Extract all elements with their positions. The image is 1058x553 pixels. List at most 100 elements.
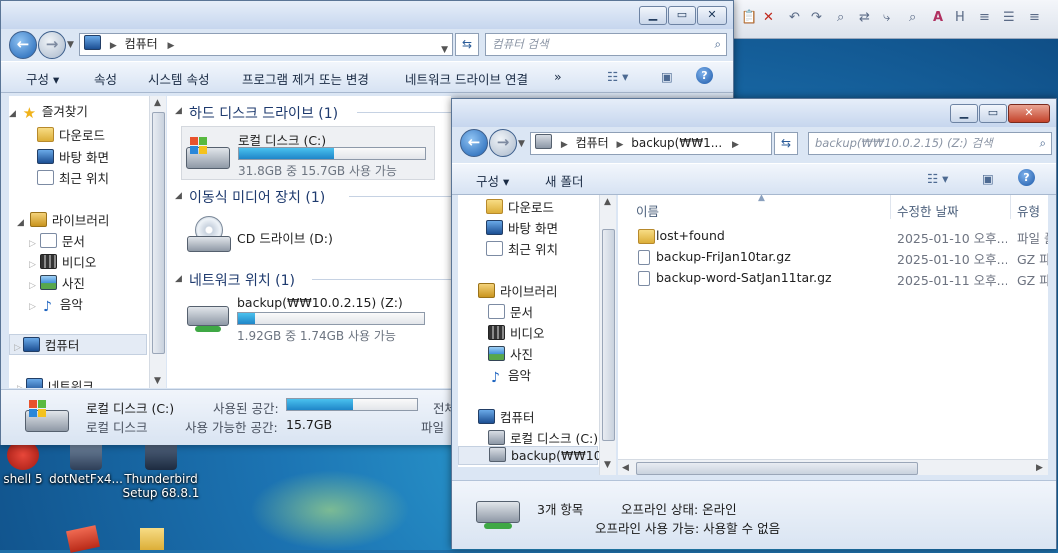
group-collapse-icon[interactable]: ◢ [175,274,182,284]
list-icon[interactable]: ☰ [1003,10,1015,25]
search-input[interactable]: backup(₩₩10.0.2.15) (Z:) 검색 ⌕ [808,132,1052,155]
properties-button[interactable]: 속성 [94,69,117,88]
search-icon[interactable]: ⌕ [715,34,721,54]
breadcrumb-backup[interactable]: backup(₩₩1... [631,136,722,150]
breadcrumb-arrow-icon[interactable]: ▶ [561,140,568,150]
drive-tile-d[interactable]: CD 드라이브 (D:) [181,210,433,262]
collapse-chevron-icon[interactable]: ▷ [29,302,36,312]
new-folder-button[interactable]: 새 폴더 [545,171,583,190]
search-file-icon[interactable]: ⌕ [909,10,916,25]
group-collapse-icon[interactable]: ◢ [175,106,182,116]
nav-libraries[interactable]: 라이브러리 [478,281,558,300]
nav-videos[interactable]: ▷ 비디오 [29,252,96,271]
breadcrumb-computer[interactable]: 컴퓨터 [576,136,609,150]
minimize-button[interactable]: ▁ [639,6,667,25]
more-commands-button[interactable]: » [554,69,562,84]
forward-button[interactable]: → [489,129,517,157]
maximize-button[interactable]: ▭ [668,6,696,25]
nav-music[interactable]: ♪ 음악 [488,365,531,386]
scroll-left-icon[interactable]: ◀ [622,463,629,473]
preview-pane-icon[interactable]: ▣ [661,69,673,84]
breadcrumb-arrow-icon[interactable]: ▶ [168,41,175,51]
nav-computer[interactable]: ▷ 컴퓨터 [9,334,147,355]
scrollbar-thumb[interactable] [152,112,165,354]
file-list-horizontal-scrollbar[interactable]: ◀ ▶ [618,459,1048,475]
nav-local-disk[interactable]: 로컬 디스크 (C:) [488,428,598,447]
group-header-network[interactable]: 네트워크 위치 (1) [189,270,295,290]
scrollbar-thumb[interactable] [636,462,918,475]
collapse-chevron-icon[interactable]: ▷ [29,281,36,291]
column-separator[interactable] [1010,195,1011,219]
replace-icon[interactable]: ⇄ [859,10,870,25]
system-properties-button[interactable]: 시스템 속성 [148,69,209,88]
redo-icon[interactable]: ↷ [811,10,822,25]
recent-pages-chevron-icon[interactable]: ▼ [518,139,525,149]
nav-network[interactable]: ▷ 네트워크 [17,376,94,388]
search-icon[interactable]: ⌕ [1040,133,1046,153]
nav-recent[interactable]: 최근 위치 [37,168,109,187]
collapse-chevron-icon[interactable]: ▷ [17,384,24,388]
scroll-right-icon[interactable]: ▶ [1036,463,1043,473]
nav-pictures[interactable]: ▷ 사진 [29,273,85,292]
search-input[interactable]: 컴퓨터 검색 ⌕ [485,33,727,56]
address-dropdown-icon[interactable]: ▼ [441,40,448,55]
scroll-down-icon[interactable]: ▼ [604,460,611,470]
nav-downloads[interactable]: 다운로드 [486,197,554,216]
refresh-button[interactable]: ⇆ [774,132,798,155]
nav-desktop[interactable]: 바탕 화면 [37,147,109,166]
breadcrumb-arrow-icon[interactable]: ▶ [617,140,624,150]
collapse-chevron-icon[interactable]: ▷ [14,343,21,353]
find-icon[interactable]: ⌕ [837,10,844,25]
group-header-removable[interactable]: 이동식 미디어 장치 (1) [189,187,325,207]
address-bar[interactable]: ▶ 컴퓨터 ▶ ▼ [79,33,453,56]
header-icon[interactable]: H [955,10,965,25]
refresh-button[interactable]: ⇆ [455,33,479,56]
font-icon[interactable]: A [933,10,943,25]
group-collapse-icon[interactable]: ◢ [175,191,182,201]
drive-tile-c[interactable]: 로컬 디스크 (C:) 31.8GB 중 15.7GB 사용 가능 [181,126,435,180]
scroll-up-icon[interactable]: ▲ [604,197,611,207]
undo-icon[interactable]: ↶ [789,10,800,25]
back-button[interactable]: ← [460,129,488,157]
breadcrumb-arrow-icon[interactable]: ▶ [732,140,739,150]
organize-button[interactable]: 구성 ▾ [476,171,509,190]
nav-downloads[interactable]: 다운로드 [37,125,105,144]
change-view-icon[interactable]: ☷ ▾ [927,171,948,186]
help-icon[interactable]: ? [696,67,713,84]
change-view-icon[interactable]: ☷ ▾ [607,69,628,84]
nav-computer[interactable]: 컴퓨터 [478,407,535,426]
nav-documents[interactable]: 문서 [488,302,533,321]
organize-button[interactable]: 구성 ▾ [26,69,59,88]
delete-icon[interactable]: ✕ [763,10,774,25]
goto-icon[interactable]: ⤷ [883,10,890,25]
paste-icon[interactable]: 📋 [741,10,757,25]
collapse-chevron-icon[interactable]: ▷ [29,260,36,270]
nav-pane-scrollbar[interactable]: ▲ ▼ [599,195,616,475]
nav-music[interactable]: ▷ ♪ 음악 [29,294,83,315]
expand-chevron-icon[interactable]: ◢ [17,218,24,228]
desktop-icon-thunderbird[interactable]: Thunderbird Setup 68.8.1 [118,440,204,500]
forward-button[interactable]: → [38,31,66,59]
maximize-button[interactable]: ▭ [979,104,1007,123]
column-header-type[interactable]: 유형 [1017,201,1040,220]
nav-libraries[interactable]: ◢ 라이브러리 [17,210,109,229]
column-separator[interactable] [890,195,891,219]
nav-favorites[interactable]: ◢ ★ 즐겨찾기 [9,101,147,122]
collapse-chevron-icon[interactable]: ▷ [29,239,36,249]
scroll-down-icon[interactable]: ▼ [154,376,161,386]
file-row[interactable]: backup-FriJan10tar.gz 2025-01-10 오후... GZ … [618,247,1048,267]
close-button[interactable]: ✕ [1008,104,1050,123]
desktop-folder-partial[interactable] [140,528,164,550]
help-icon[interactable]: ? [1018,169,1035,186]
drive-tile-z[interactable]: backup(₩₩10.0.2.15) (Z:) 1.92GB 중 1.74GB… [181,292,433,344]
nav-pane-scrollbar[interactable]: ▲ ▼ [149,96,166,388]
breadcrumb-computer[interactable]: 컴퓨터 [125,37,158,51]
address-bar[interactable]: ▶ 컴퓨터 ▶ backup(₩₩1... ▶ [530,132,772,155]
minimize-button[interactable]: ▁ [950,104,978,123]
nav-desktop[interactable]: 바탕 화면 [486,218,558,237]
map-network-drive-button[interactable]: 네트워크 드라이브 연결 [405,69,528,88]
nav-backup-drive[interactable]: backup(₩₩10.0... [458,446,600,465]
scroll-up-icon[interactable]: ▲ [154,98,161,108]
nav-recent[interactable]: 최근 위치 [486,239,558,258]
column-header-modified[interactable]: 수정한 날짜 [897,201,958,220]
